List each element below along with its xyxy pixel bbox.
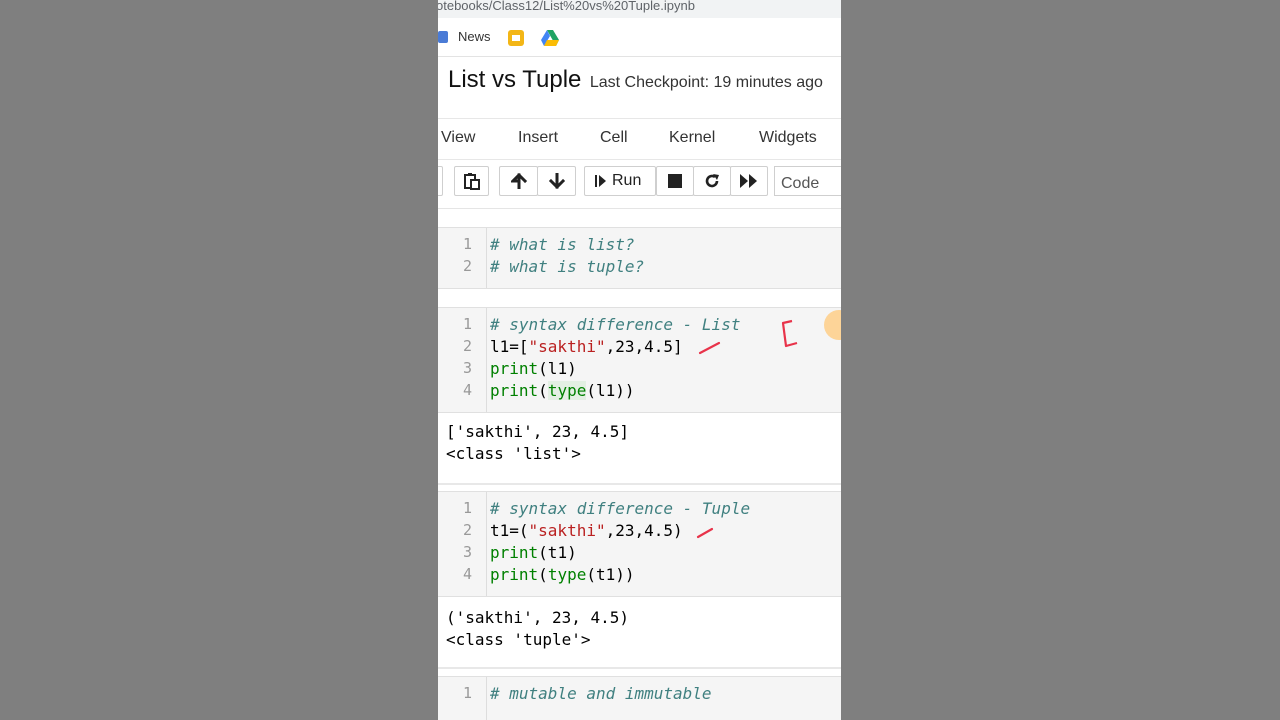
cursor-pointer xyxy=(824,310,841,340)
fast-forward-icon xyxy=(740,174,757,188)
code-comment: # syntax difference - Tuple xyxy=(490,499,751,518)
output-line: <class 'tuple'> xyxy=(446,630,591,649)
arrow-down-icon xyxy=(548,173,565,189)
menu-kernel[interactable]: Kernel xyxy=(669,129,715,147)
line-number: 2 xyxy=(462,337,472,355)
restart-icon xyxy=(705,174,719,188)
line-number: 4 xyxy=(462,565,472,583)
code-cell-3[interactable]: 1 2 3 4 # syntax difference - Tuple t1=(… xyxy=(438,491,841,597)
code-cell-2[interactable]: 1 2 3 4 # syntax difference - List l1=["… xyxy=(438,307,841,413)
line-number: 2 xyxy=(462,257,472,275)
code-cell-1[interactable]: 1 2 # what is list? # what is tuple? xyxy=(438,227,841,289)
code-builtin: type xyxy=(547,565,587,584)
notebook-title[interactable]: List vs Tuple xyxy=(448,66,581,93)
line-gutter: 1 2 3 4 xyxy=(438,308,487,412)
line-gutter: 1 2 xyxy=(438,228,487,288)
line-number: 1 xyxy=(462,315,472,333)
line-number: 1 xyxy=(462,499,472,517)
cell-type-value: Code xyxy=(781,175,820,192)
code-editor[interactable]: # mutable and immutable xyxy=(490,683,712,705)
notebook-area: 1 2 # what is list? # what is tuple? 1 2… xyxy=(438,208,841,720)
code-text: (l1)) xyxy=(586,381,635,400)
url-text: otebooks/Class12/List%20vs%20Tuple.ipynb xyxy=(438,0,695,13)
code-text: (t1)) xyxy=(586,565,635,584)
output-line: ['sakthi', 23, 4.5] xyxy=(446,422,630,441)
output-line: <class 'list'> xyxy=(446,444,581,463)
code-text: ,23,4.5) xyxy=(605,521,683,540)
output-line: ('sakthi', 23, 4.5) xyxy=(446,608,630,627)
menu-view[interactable]: View xyxy=(441,129,475,147)
address-bar[interactable]: otebooks/Class12/List%20vs%20Tuple.ipynb xyxy=(438,0,841,18)
bookmark-news-label: News xyxy=(458,29,491,44)
line-gutter: 1 xyxy=(438,677,487,720)
toolbar: Run Code xyxy=(438,166,841,200)
move-down-button[interactable] xyxy=(537,166,576,196)
jupyter-window: otebooks/Class12/List%20vs%20Tuple.ipynb… xyxy=(438,0,841,720)
code-string: "sakthi" xyxy=(528,521,606,540)
code-text: ( xyxy=(538,565,548,584)
code-text: t1=( xyxy=(490,521,529,540)
copy-cell-button[interactable] xyxy=(438,166,443,196)
cell-output-2: ['sakthi', 23, 4.5] <class 'list'> xyxy=(446,421,629,465)
code-builtin: print xyxy=(490,359,539,378)
step-forward-icon xyxy=(595,175,606,187)
move-up-button[interactable] xyxy=(499,166,538,196)
code-string: "sakthi" xyxy=(528,337,606,356)
line-number: 1 xyxy=(462,235,472,253)
drive-icon[interactable] xyxy=(541,30,559,46)
line-number: 3 xyxy=(462,543,472,561)
cell-output-3: ('sakthi', 23, 4.5) <class 'tuple'> xyxy=(446,607,629,651)
code-text: ( xyxy=(538,381,548,400)
news-icon xyxy=(438,31,448,43)
code-builtin: print xyxy=(490,565,539,584)
arrow-up-icon xyxy=(510,173,527,189)
notebook-header: List vs Tuple Last Checkpoint: 19 minute… xyxy=(448,66,823,94)
cell-type-select[interactable]: Code xyxy=(774,166,841,196)
code-editor[interactable]: # syntax difference - Tuple t1=("sakthi"… xyxy=(490,498,750,586)
code-text: (l1) xyxy=(538,359,577,378)
code-builtin: print xyxy=(490,381,539,400)
line-gutter: 1 2 3 4 xyxy=(438,492,487,596)
code-builtin: print xyxy=(490,543,539,562)
code-comment: # what is tuple? xyxy=(490,257,645,276)
interrupt-button[interactable] xyxy=(656,166,694,196)
copy-icon xyxy=(438,175,439,187)
slides-icon[interactable] xyxy=(508,30,524,46)
line-number: 2 xyxy=(462,521,472,539)
run-label: Run xyxy=(612,172,642,189)
code-text: (t1) xyxy=(538,543,577,562)
run-button[interactable]: Run xyxy=(584,166,656,196)
code-editor[interactable]: # what is list? # what is tuple? xyxy=(490,234,644,278)
cell-separator xyxy=(438,483,841,485)
paste-cell-button[interactable] xyxy=(454,166,489,196)
line-number: 1 xyxy=(462,684,472,702)
stop-icon xyxy=(668,174,682,188)
line-number: 3 xyxy=(462,359,472,377)
menu-insert[interactable]: Insert xyxy=(518,129,558,147)
code-text: l1=[ xyxy=(490,337,529,356)
restart-run-all-button[interactable] xyxy=(730,166,768,196)
menu-bar: View Insert Cell Kernel Widgets xyxy=(438,118,841,160)
checkpoint-status: Last Checkpoint: 19 minutes ago xyxy=(589,74,823,91)
annotation-tick xyxy=(696,527,714,539)
bookmark-news[interactable]: News xyxy=(438,29,491,44)
line-number: 4 xyxy=(462,381,472,399)
menu-widgets[interactable]: Widgets xyxy=(759,129,817,147)
annotation-tick xyxy=(698,341,721,355)
code-text: ,23,4.5] xyxy=(605,337,683,356)
code-cell-4[interactable]: 1 # mutable and immutable xyxy=(438,676,841,720)
bookmarks-bar: News xyxy=(438,22,841,57)
restart-button[interactable] xyxy=(693,166,731,196)
code-comment: # what is list? xyxy=(490,235,635,254)
code-comment: # syntax difference - List xyxy=(490,315,741,334)
code-builtin: type xyxy=(547,381,587,400)
annotation-bracket xyxy=(781,319,798,348)
paste-icon xyxy=(463,173,480,190)
code-comment: # mutable and immutable xyxy=(490,684,712,703)
cell-separator xyxy=(438,667,841,669)
menu-cell[interactable]: Cell xyxy=(600,129,628,147)
code-editor[interactable]: # syntax difference - List l1=["sakthi",… xyxy=(490,314,740,402)
